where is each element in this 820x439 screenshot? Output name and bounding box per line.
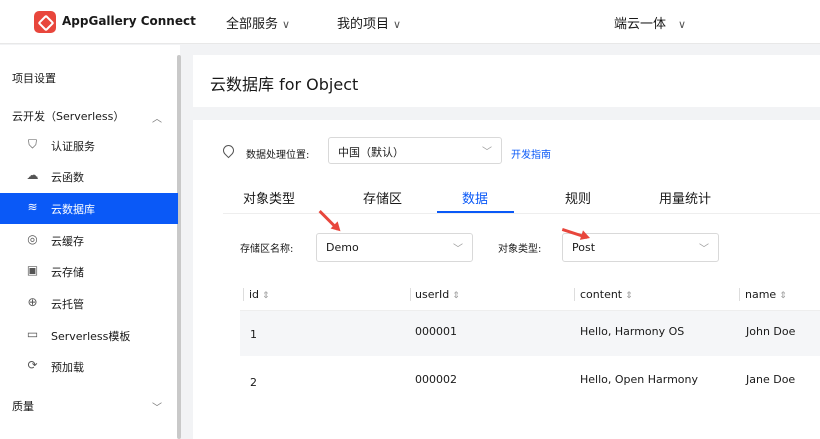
column-divider bbox=[243, 288, 244, 301]
column-header-content[interactable]: content ⇕ bbox=[580, 288, 633, 301]
nav-device-cloud[interactable]: 端云一体 ∨ bbox=[614, 13, 686, 32]
nav-my-projects[interactable]: 我的项目 ∨ bbox=[337, 13, 401, 32]
column-header-label: id bbox=[249, 288, 260, 301]
sort-icon[interactable]: ⇕ bbox=[262, 291, 270, 301]
column-divider bbox=[739, 288, 740, 301]
chevron-down-icon: ﹀ bbox=[482, 147, 492, 158]
preload-icon: ⟳ bbox=[27, 358, 38, 372]
top-bar: AppGallery Connect 全部服务 ∨ 我的项目 ∨ 端云一体 ∨ bbox=[0, 0, 820, 44]
sort-icon[interactable]: ⇕ bbox=[779, 291, 787, 301]
tab-storage-zone[interactable]: 存储区 bbox=[363, 188, 402, 207]
object-type-select-value: Post bbox=[572, 241, 596, 254]
object-type-label: 对象类型: bbox=[498, 244, 542, 255]
chevron-down-icon[interactable]: ﹀ bbox=[152, 399, 162, 414]
tab-data[interactable]: 数据 bbox=[462, 188, 488, 207]
tab-object-types[interactable]: 对象类型 bbox=[243, 188, 295, 207]
cell-content: Hello, Harmony OS bbox=[580, 325, 685, 338]
sidebar-item-cloud-database[interactable]: ≋ 云数据库 bbox=[0, 193, 178, 224]
chevron-down-icon: ﹀ bbox=[699, 244, 709, 255]
chevron-down-icon: ∨ bbox=[678, 18, 687, 31]
chevron-down-icon: ﹀ bbox=[453, 244, 463, 255]
sidebar-item-label: 云数据库 bbox=[51, 203, 95, 216]
nav-all-services-label: 全部服务 bbox=[226, 17, 279, 32]
image-storage-icon: ▣ bbox=[26, 263, 39, 277]
location-label: 数据处理位置: bbox=[246, 150, 310, 161]
table-row[interactable]: 2 000002 Hello, Open Harmony Jane Doe bbox=[240, 359, 820, 404]
cell-userid: 000002 bbox=[415, 373, 457, 386]
page-header: 云数据库 for Object bbox=[193, 55, 820, 107]
sidebar-item-serverless-template[interactable]: ▭ Serverless模板 bbox=[0, 320, 178, 351]
cell-userid: 000001 bbox=[415, 325, 457, 338]
location-select[interactable]: 中国（默认） ﹀ bbox=[328, 137, 502, 164]
sidebar-item-preload[interactable]: ⟳ 预加载 bbox=[0, 351, 178, 382]
location-select-value: 中国（默认） bbox=[338, 146, 404, 159]
tab-divider bbox=[223, 213, 820, 214]
template-icon: ▭ bbox=[26, 327, 39, 341]
brand-name[interactable]: AppGallery Connect bbox=[62, 14, 196, 28]
zone-name-label: 存储区名称: bbox=[240, 244, 294, 255]
nav-device-cloud-label: 端云一体 bbox=[614, 17, 667, 32]
cell-name: John Doe bbox=[746, 325, 796, 338]
sidebar-item-cloud-hosting[interactable]: ⊕ 云托管 bbox=[0, 288, 178, 319]
zone-select[interactable]: Demo ﹀ bbox=[316, 233, 473, 262]
globe-hosting-icon: ⊕ bbox=[27, 295, 38, 309]
appgallery-logo-icon[interactable] bbox=[34, 11, 56, 33]
tab-rules[interactable]: 规则 bbox=[565, 188, 591, 207]
sidebar-group-quality[interactable]: 质量 bbox=[12, 398, 34, 414]
sidebar-item-label: 云托管 bbox=[51, 298, 84, 311]
sort-icon[interactable]: ⇕ bbox=[625, 291, 633, 301]
sidebar-item-label: 认证服务 bbox=[51, 140, 95, 153]
sidebar-item-label: 云存储 bbox=[51, 266, 84, 279]
cell-name: Jane Doe bbox=[746, 373, 796, 386]
sidebar-item-cloud-storage[interactable]: ▣ 云存储 bbox=[0, 256, 178, 287]
chevron-down-icon: ∨ bbox=[393, 18, 402, 31]
chevron-up-icon[interactable]: ︿ bbox=[152, 110, 162, 125]
sidebar-item-label: 云缓存 bbox=[51, 235, 84, 248]
sidebar-item-label: 预加载 bbox=[51, 361, 84, 374]
sidebar-item-label: Serverless模板 bbox=[51, 330, 131, 343]
cell-id: 2 bbox=[250, 376, 257, 389]
column-divider bbox=[410, 288, 411, 301]
sidebar-item-cloud-cache[interactable]: ◎ 云缓存 bbox=[0, 225, 178, 256]
cloud-function-icon: ☁ bbox=[26, 168, 39, 182]
column-header-id[interactable]: id ⇕ bbox=[249, 288, 270, 301]
shield-check-icon: ⛉ bbox=[27, 137, 37, 151]
page-title: 云数据库 for Object bbox=[210, 75, 359, 94]
sidebar-item-cloud-function[interactable]: ☁ 云函数 bbox=[0, 161, 178, 192]
sidebar-group-serverless[interactable]: 云开发（Serverless） bbox=[12, 108, 124, 124]
column-header-label: content bbox=[580, 288, 623, 301]
dev-guide-link[interactable]: 开发指南 bbox=[511, 146, 551, 161]
cache-icon: ◎ bbox=[27, 232, 38, 246]
nav-all-services[interactable]: 全部服务 ∨ bbox=[226, 13, 290, 32]
chevron-down-icon: ∨ bbox=[282, 18, 291, 31]
cell-id: 1 bbox=[250, 328, 257, 341]
active-tab-indicator bbox=[437, 211, 514, 213]
database-icon: ≋ bbox=[27, 200, 38, 214]
zone-select-value: Demo bbox=[326, 241, 359, 254]
sidebar-item-auth[interactable]: ⛉ 认证服务 bbox=[0, 130, 178, 161]
nav-my-projects-label: 我的项目 bbox=[337, 17, 390, 32]
sidebar-item-label: 云函数 bbox=[51, 171, 84, 184]
column-header-label: name bbox=[745, 288, 777, 301]
main-card: 数据处理位置: 中国（默认） ﹀ 开发指南 对象类型 存储区 数据 规则 用量统… bbox=[193, 120, 820, 439]
column-header-label: userId bbox=[415, 288, 450, 301]
cell-content: Hello, Open Harmony bbox=[580, 373, 699, 386]
table-row[interactable]: 1 000001 Hello, Harmony OS John Doe bbox=[240, 311, 820, 356]
column-divider bbox=[574, 288, 575, 301]
tab-usage-stats[interactable]: 用量统计 bbox=[659, 188, 711, 207]
location-pin-icon bbox=[220, 142, 237, 159]
column-header-name[interactable]: name ⇕ bbox=[745, 288, 787, 301]
column-header-userid[interactable]: userId ⇕ bbox=[415, 288, 460, 301]
sidebar-project-settings[interactable]: 项目设置 bbox=[12, 70, 56, 86]
sort-icon[interactable]: ⇕ bbox=[452, 291, 460, 301]
